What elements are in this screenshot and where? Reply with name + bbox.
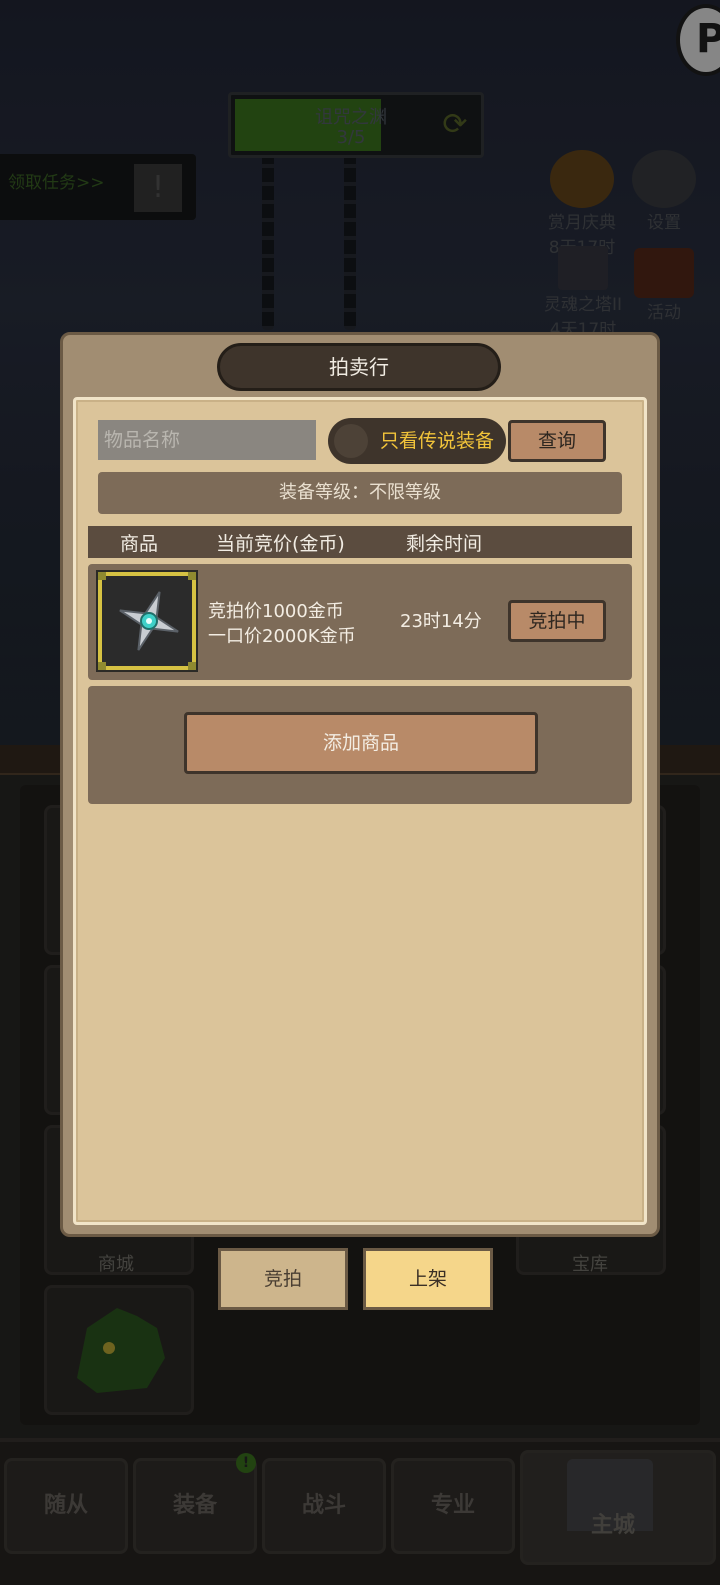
bidding-status-button[interactable]: 竞拍中 <box>508 600 606 642</box>
legendary-only-label: 只看传说装备 <box>379 430 494 452</box>
auction-table-header: 商品 当前竞价(金币) 剩余时间 <box>88 526 632 558</box>
modal-title: 拍卖行 <box>217 343 501 391</box>
query-button[interactable]: 查询 <box>508 420 606 462</box>
legendary-only-toggle[interactable]: 只看传说装备 <box>328 418 506 464</box>
add-item-panel: 添加商品 <box>88 686 632 804</box>
add-item-button[interactable]: 添加商品 <box>184 712 538 774</box>
slot-corner <box>98 662 106 670</box>
equipment-level-filter[interactable]: 装备等级：不限等级 <box>98 472 622 514</box>
item-name-search-input[interactable] <box>98 420 316 460</box>
column-remaining-time: 剩余时间 <box>406 533 483 555</box>
slot-corner <box>98 572 106 580</box>
tab-bidding[interactable]: 竞拍 <box>218 1248 348 1310</box>
shuriken-icon <box>119 591 179 651</box>
auction-listing-row[interactable]: 竞拍价1000金币 一口价2000K金币 23时14分 竞拍中 <box>88 564 632 680</box>
column-item: 商品 <box>120 533 159 555</box>
toggle-knob <box>334 424 368 458</box>
slot-corner <box>188 662 196 670</box>
item-slot[interactable] <box>98 572 196 670</box>
slot-corner <box>188 572 196 580</box>
auction-content-panel: 只看传说装备 查询 装备等级：不限等级 商品 当前竞价(金币) 剩余时间 竞拍价… <box>73 397 647 1225</box>
column-current-bid: 当前竞价(金币) <box>216 533 345 555</box>
tab-listing[interactable]: 上架 <box>363 1248 493 1310</box>
auction-house-modal: 拍卖行 只看传说装备 查询 装备等级：不限等级 商品 当前竞价(金币) 剩余时间 <box>60 332 660 1237</box>
buyout-price: 一口价2000K金币 <box>208 626 356 647</box>
bid-price: 竞拍价1000金币 <box>208 601 344 622</box>
time-left: 23时14分 <box>400 611 482 632</box>
